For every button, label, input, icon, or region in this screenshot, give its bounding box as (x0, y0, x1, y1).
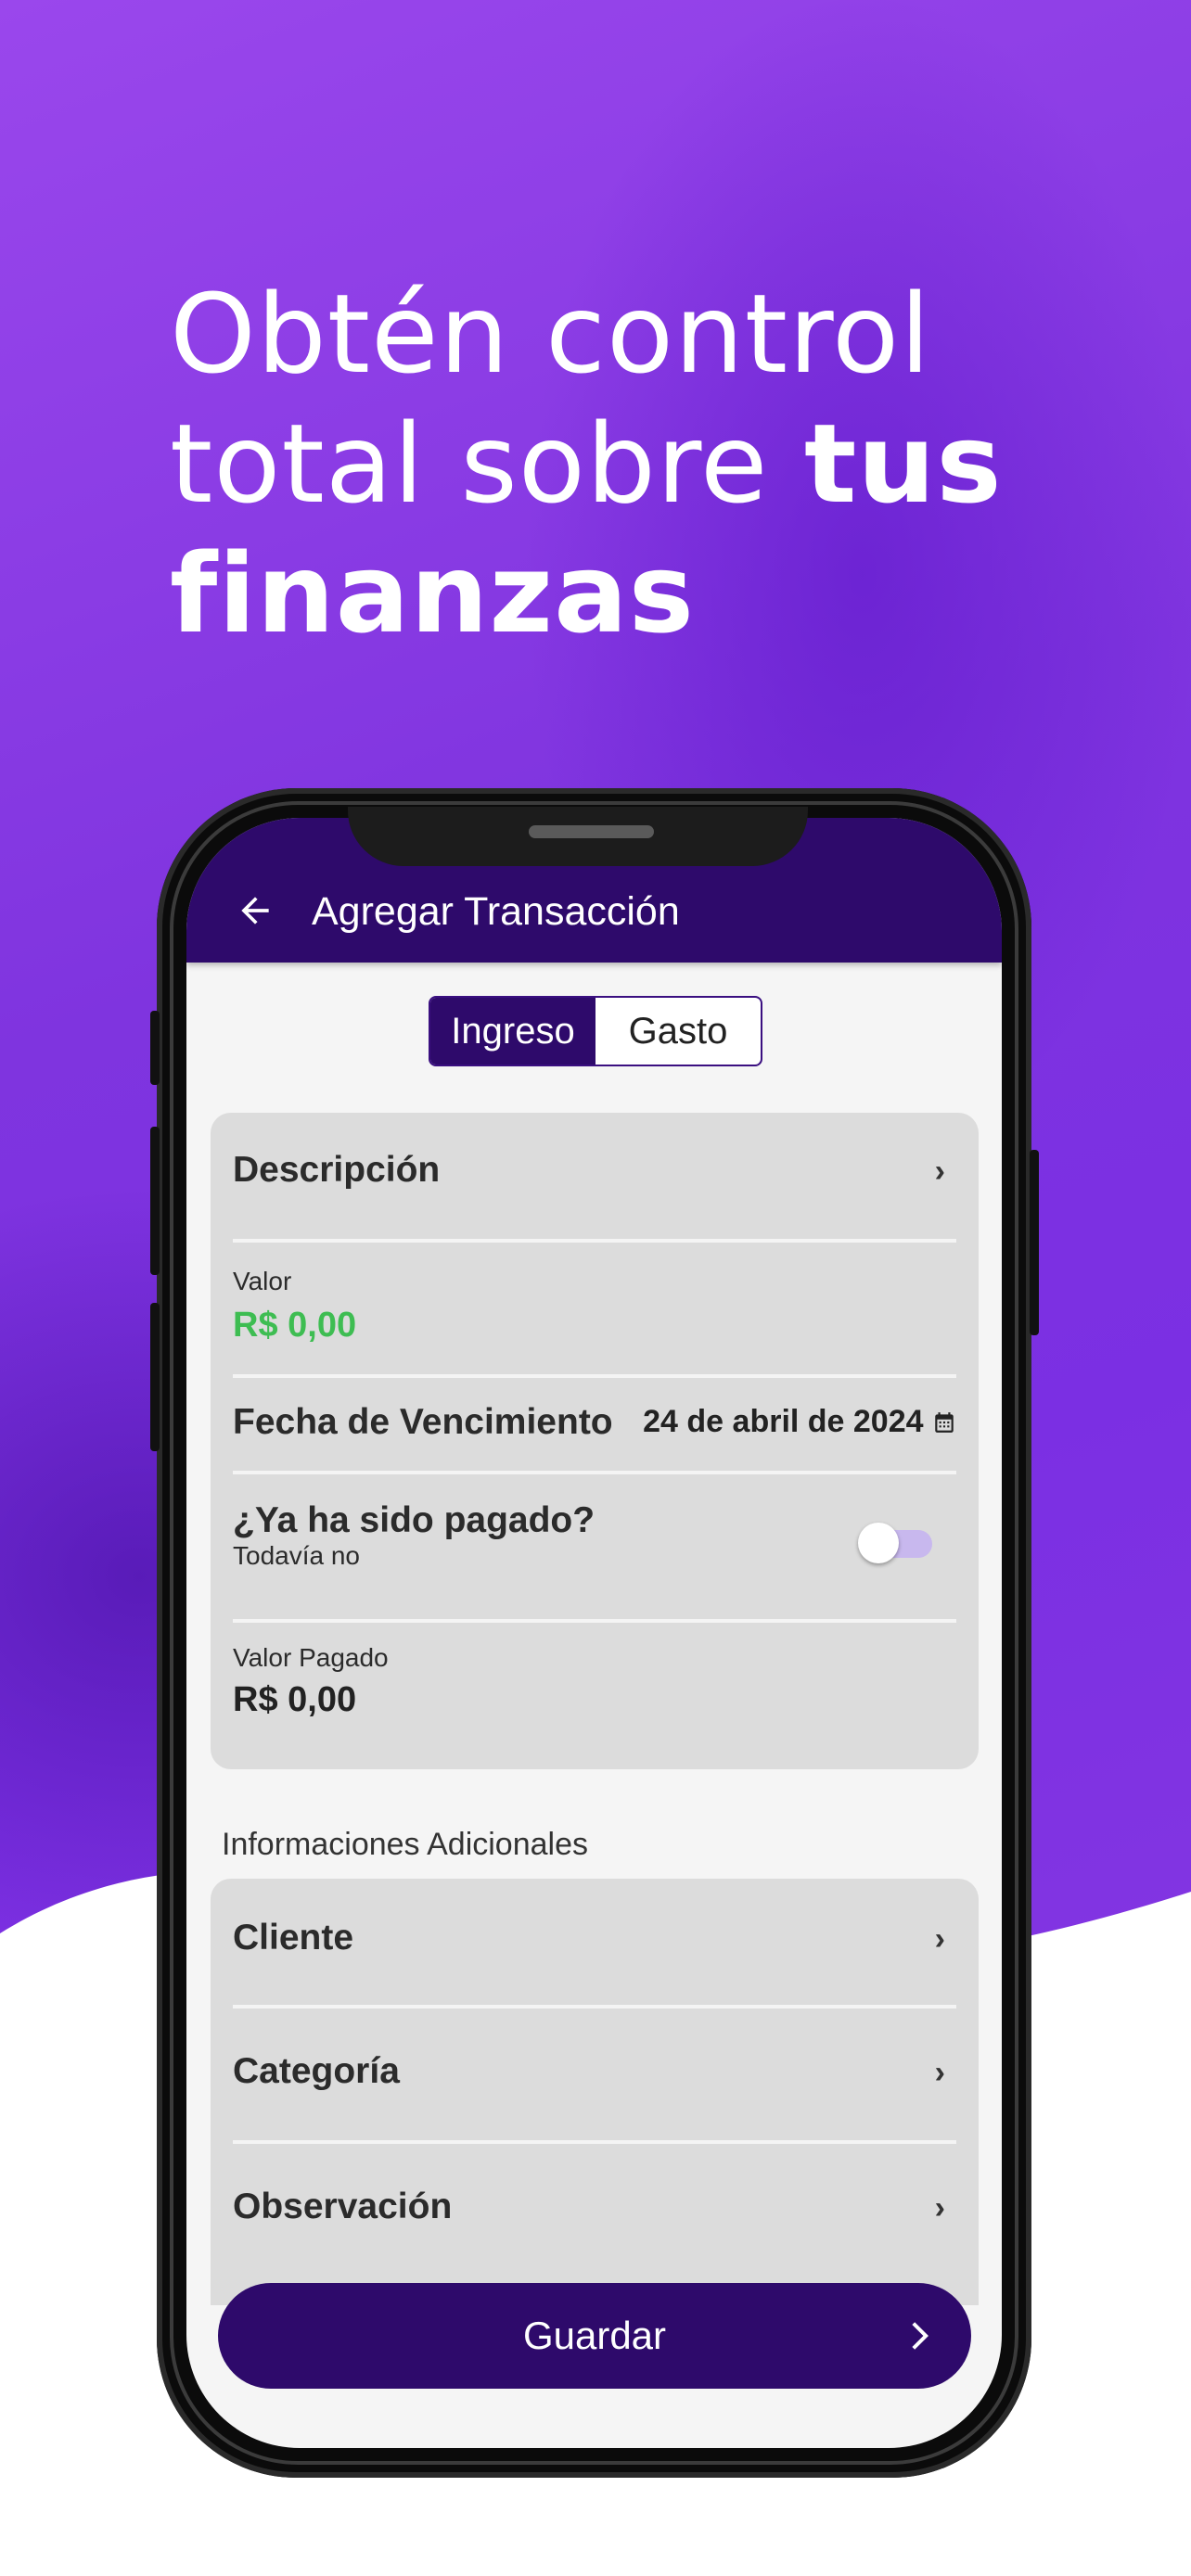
valor-row[interactable]: Valor R$ 0,00 (233, 1267, 956, 1345)
paid-toggle[interactable] (858, 1523, 932, 1563)
cliente-label: Cliente (233, 1918, 354, 1958)
description-label: Descripción (233, 1150, 441, 1190)
calendar-icon (935, 1412, 954, 1433)
tab-gasto[interactable]: Gasto (596, 998, 761, 1065)
due-date-value: 24 de abril de 2024 (643, 1404, 924, 1439)
phone-screen: Agregar Transacción Ingreso Gasto Descri… (186, 818, 1002, 2448)
observacion-label: Observación (233, 2187, 453, 2226)
list-item-observacion[interactable]: Observación › (233, 2187, 956, 2242)
paid-row: ¿Ya ha sido pagado? Todavía no (233, 1500, 956, 1584)
paid-value: R$ 0,00 (233, 1680, 357, 1719)
chevron-right-icon: › (934, 2055, 945, 2090)
list-item-categoria[interactable]: Categoría › (233, 2051, 956, 2107)
paid-value-row[interactable]: Valor Pagado R$ 0,00 (233, 1643, 956, 1720)
chevron-right-icon (912, 2322, 928, 2350)
save-button[interactable]: Guardar (218, 2283, 971, 2389)
headline-line-3: finanzas (170, 529, 695, 657)
description-row[interactable]: Descripción › (233, 1150, 956, 1205)
save-button-label: Guardar (522, 2314, 667, 2357)
phone-side-button (150, 1303, 160, 1451)
page-title: Agregar Transacción (312, 889, 680, 934)
transaction-type-toggle: Ingreso Gasto (429, 996, 762, 1066)
additional-info-card: Cliente › Categoría › Observación › (211, 1879, 979, 2305)
phone-side-button (150, 1127, 160, 1275)
due-date-row[interactable]: Fecha de Vencimiento 24 de abril de 2024 (233, 1402, 956, 1454)
chevron-right-icon: › (934, 1921, 945, 1957)
additional-info-title: Informaciones Adicionales (222, 1827, 589, 1862)
list-item-cliente[interactable]: Cliente › (233, 1918, 956, 1973)
phone-side-button (150, 1011, 160, 1085)
headline: Obtén control total sobre tus finanzas (170, 269, 1097, 658)
phone-frame: Agregar Transacción Ingreso Gasto Descri… (157, 788, 1031, 2478)
chevron-right-icon: › (934, 2190, 945, 2225)
transaction-details-card: Descripción › Valor R$ 0,00 Fecha de Ven… (211, 1113, 979, 1769)
valor-value: R$ 0,00 (233, 1306, 357, 1345)
phone-side-button (1030, 1150, 1039, 1335)
headline-line-2: total sobre tus (170, 400, 1003, 528)
chevron-right-icon: › (934, 1154, 945, 1189)
paid-status: Todavía no (233, 1541, 360, 1570)
paid-value-label: Valor Pagado (233, 1643, 389, 1672)
headline-line-1: Obtén control (170, 270, 931, 398)
arrow-left-icon[interactable] (235, 890, 275, 931)
categoria-label: Categoría (233, 2051, 400, 2091)
valor-label: Valor (233, 1267, 292, 1295)
due-date-label: Fecha de Vencimiento (233, 1402, 613, 1442)
paid-label: ¿Ya ha sido pagado? (233, 1500, 596, 1540)
toggle-knob (858, 1523, 899, 1563)
phone-speaker (529, 825, 654, 838)
tab-ingreso[interactable]: Ingreso (430, 998, 596, 1065)
